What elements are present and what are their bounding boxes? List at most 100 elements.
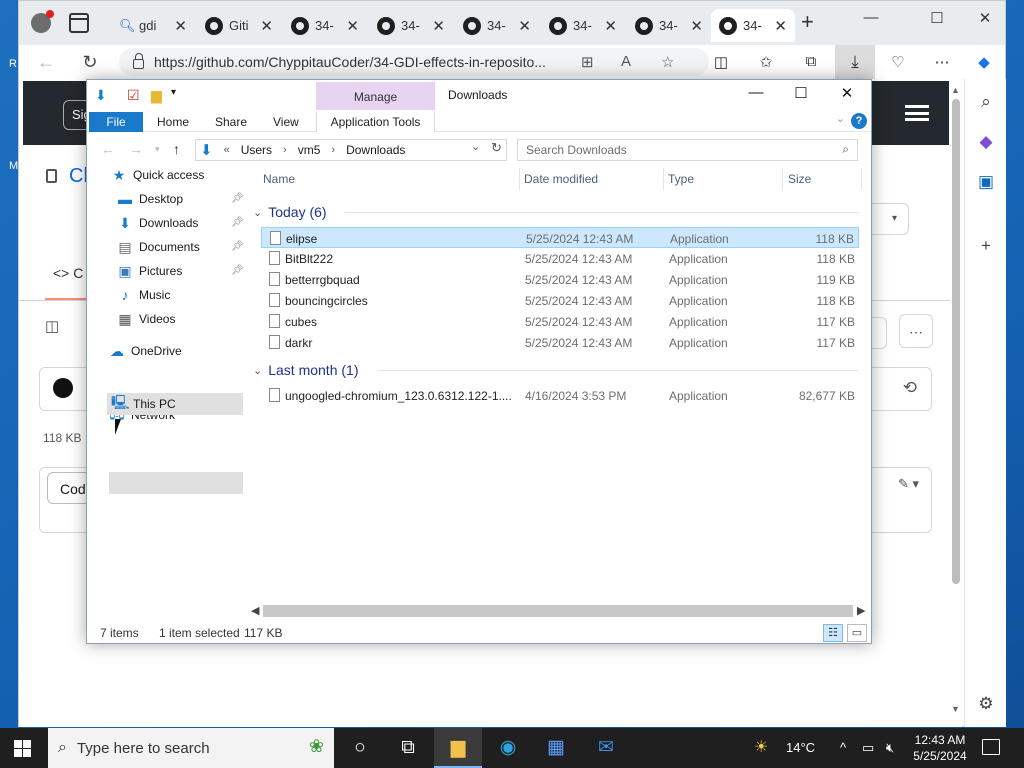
file-row[interactable]: BitBlt222 5/25/2024 12:43 AM Application… xyxy=(261,248,859,269)
hamburger-menu-icon[interactable] xyxy=(905,105,929,121)
column-divider[interactable] xyxy=(519,168,520,190)
search-input[interactable]: Search Downloads ⌕ xyxy=(517,139,858,161)
favorites-icon[interactable]: ✩ xyxy=(755,53,777,71)
new-tab-button[interactable]: + xyxy=(801,11,814,33)
minimize-icon[interactable]: — xyxy=(859,9,883,29)
file-row[interactable]: betterrgbquad 5/25/2024 12:43 AM Applica… xyxy=(261,269,859,290)
scroll-up-icon[interactable]: ▲ xyxy=(951,85,960,95)
copilot-side-icon[interactable]: ◆ xyxy=(975,131,997,153)
properties-check-icon[interactable]: ☑ xyxy=(127,87,140,104)
chevron-right-icon[interactable]: › xyxy=(331,144,335,156)
network-status-icon[interactable]: ▭ xyxy=(862,740,874,756)
windows-start-icon[interactable] xyxy=(14,740,31,757)
close-tab-icon[interactable]: ✕ xyxy=(174,17,187,35)
downloads-icon[interactable]: ⤓ xyxy=(835,45,875,79)
scroll-right-icon[interactable]: ▶ xyxy=(857,604,865,617)
close-icon[interactable]: ✕ xyxy=(973,9,997,29)
nav-downloads[interactable]: ⬇ Downloads xyxy=(117,212,198,234)
history-icon[interactable]: ⟲ xyxy=(903,378,917,398)
more-icon[interactable]: ⋯ xyxy=(931,53,953,71)
clock[interactable]: 12:43 AM 5/25/2024 xyxy=(908,732,972,764)
page-scrollbar[interactable]: ▲ ▼ xyxy=(950,79,962,727)
volume-muted-icon[interactable]: 🔇︎ xyxy=(886,740,894,756)
mail-icon[interactable]: ✉ xyxy=(582,728,630,768)
nav-pictures[interactable]: ▣ Pictures xyxy=(117,260,182,282)
pin-icon[interactable]: 📌︎ xyxy=(231,265,244,276)
cortana-icon[interactable]: ○ xyxy=(336,728,384,768)
file-row[interactable]: ungoogled-chromium_123.0.6312.122-1.... … xyxy=(261,385,859,406)
favorite-star-icon[interactable]: ☆ xyxy=(661,53,674,71)
task-view-icon[interactable]: ⧉ xyxy=(384,728,432,768)
chevron-up-icon[interactable]: ^ xyxy=(840,740,846,755)
scrollbar-thumb[interactable] xyxy=(952,99,960,584)
forward-icon[interactable]: → xyxy=(129,141,143,157)
read-aloud-icon[interactable]: A xyxy=(621,53,631,70)
column-header-name[interactable]: Name xyxy=(263,172,295,186)
store-icon[interactable]: ▦ xyxy=(532,728,580,768)
file-row[interactable]: elipse 5/25/2024 12:43 AM Application 11… xyxy=(261,227,859,248)
browser-tab[interactable]: 🔍︎ gdi ✕ xyxy=(111,9,195,42)
close-tab-icon[interactable]: ✕ xyxy=(774,17,787,35)
collections-icon[interactable]: ⧉ xyxy=(800,53,822,70)
nav-music[interactable]: ♪ Music xyxy=(117,284,171,306)
tab-code[interactable]: <> C xyxy=(53,265,83,281)
scroll-left-icon[interactable]: ◀ xyxy=(251,604,259,617)
split-screen-icon[interactable]: ◫ xyxy=(710,53,732,71)
copilot-icon[interactable]: ◆ xyxy=(973,53,995,71)
minimize-icon[interactable]: — xyxy=(741,84,771,101)
column-divider[interactable] xyxy=(782,168,783,190)
tab-application-tools[interactable]: Application Tools xyxy=(316,112,435,132)
outlook-icon[interactable]: ▣ xyxy=(975,171,997,193)
scrollbar-thumb[interactable] xyxy=(263,605,853,617)
tab-actions-icon[interactable] xyxy=(69,13,89,33)
weather-icon[interactable]: ☀ xyxy=(754,737,768,757)
chevron-right-icon[interactable]: › xyxy=(283,144,287,156)
recent-locations-icon[interactable]: ▾ xyxy=(155,144,160,155)
manage-tab[interactable]: Manage xyxy=(316,82,435,110)
breadcrumb-overflow[interactable]: « xyxy=(224,144,230,156)
settings-gear-icon[interactable]: ⚙ xyxy=(975,693,997,715)
up-icon[interactable]: ↑ xyxy=(173,141,180,157)
profile-avatar[interactable] xyxy=(31,10,54,33)
quick-access-dropdown-icon[interactable]: ▾ xyxy=(171,87,176,98)
column-header-type[interactable]: Type xyxy=(668,172,694,186)
nav-documents[interactable]: ▤ Documents xyxy=(117,236,199,258)
nav-this-pc[interactable] xyxy=(109,472,243,494)
nav-this-pc[interactable]: 🖳︎ This PC xyxy=(107,393,243,415)
column-divider[interactable] xyxy=(861,168,862,190)
taskbar-search-input[interactable]: ⌕ Type here to search ❀ xyxy=(48,728,334,768)
sidebar-toggle-icon[interactable]: ◫ xyxy=(45,317,71,345)
breadcrumb-users[interactable]: Users xyxy=(241,143,272,157)
nav-onedrive[interactable]: ☁ OneDrive xyxy=(109,340,182,362)
edge-taskbar-icon[interactable]: ◉ xyxy=(484,728,532,768)
pin-icon[interactable]: 📌︎ xyxy=(231,193,244,204)
close-tab-icon[interactable]: ✕ xyxy=(604,17,617,35)
tab-file[interactable]: File xyxy=(89,112,143,132)
breadcrumb-vm5[interactable]: vm5 xyxy=(298,143,321,157)
close-tab-icon[interactable]: ✕ xyxy=(346,17,359,35)
browser-tab[interactable]: 34- ✕ xyxy=(283,9,367,42)
address-dropdown-icon[interactable]: ⌄ xyxy=(471,140,480,153)
close-tab-icon[interactable]: ✕ xyxy=(432,17,445,35)
file-row[interactable]: bouncingcircles 5/25/2024 12:43 AM Appli… xyxy=(261,290,859,311)
nav-desktop[interactable]: ▬ Desktop xyxy=(117,188,183,210)
more-options-button[interactable]: ⋯ xyxy=(899,314,933,348)
pin-icon[interactable]: 📌︎ xyxy=(231,217,244,228)
file-row[interactable]: darkr 5/25/2024 12:43 AM Application 117… xyxy=(261,332,859,353)
close-tab-icon[interactable]: ✕ xyxy=(690,17,703,35)
file-explorer-taskbar-icon[interactable]: ▆ xyxy=(434,728,482,768)
close-icon[interactable]: ✕ xyxy=(832,84,862,102)
horizontal-scrollbar[interactable]: ◀ ▶ xyxy=(249,603,869,620)
back-icon[interactable]: ← xyxy=(33,50,59,74)
column-divider[interactable] xyxy=(663,168,664,190)
nav-quick-access[interactable]: ★ Quick access xyxy=(111,164,205,186)
close-tab-icon[interactable]: ✕ xyxy=(260,17,273,35)
notification-icon[interactable] xyxy=(982,739,1000,755)
nav-videos[interactable]: ▦ Videos xyxy=(117,308,175,330)
tab-home[interactable]: Home xyxy=(157,112,189,132)
new-folder-icon[interactable]: ▆ xyxy=(151,87,162,104)
file-row[interactable]: cubes 5/25/2024 12:43 AM Application 117… xyxy=(261,311,859,332)
address-bar[interactable]: ⬇ « Users › vm5 › Downloads xyxy=(195,139,507,161)
expand-ribbon-icon[interactable]: ⌄ xyxy=(836,112,845,125)
browser-tab[interactable]: 34- ✕ xyxy=(541,9,625,42)
